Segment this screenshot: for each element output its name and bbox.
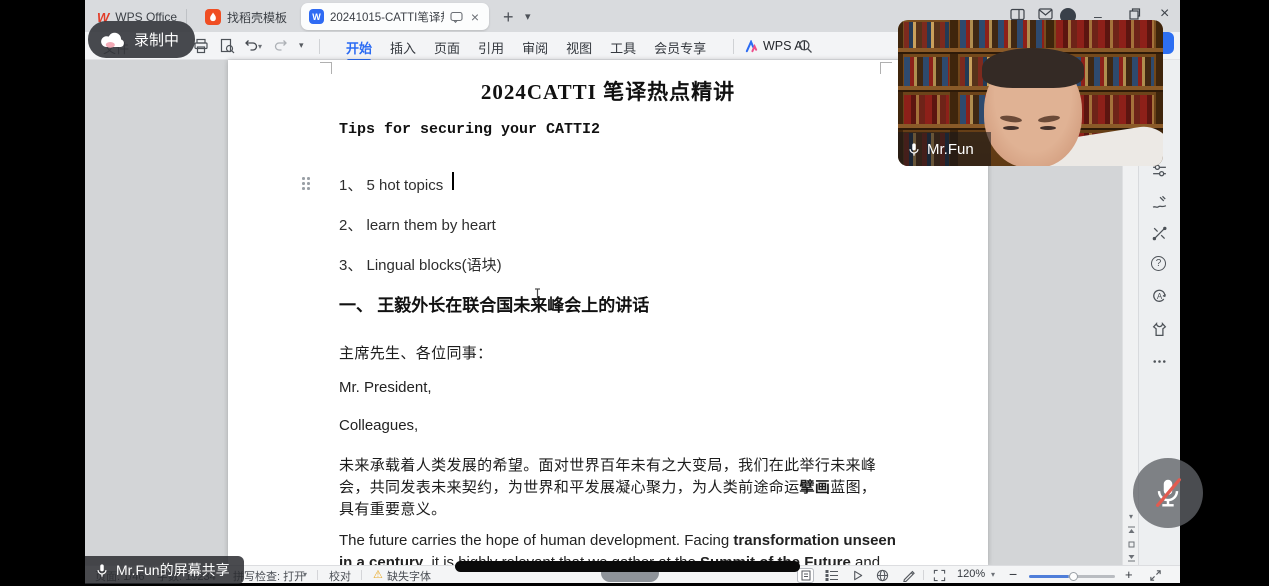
next-page-icon[interactable] xyxy=(1125,551,1137,563)
menu-home[interactable]: 开始 xyxy=(337,37,381,58)
margin-mark xyxy=(320,62,332,74)
proofread-button[interactable]: 校对 xyxy=(329,568,351,583)
menu-page[interactable]: 页面 xyxy=(425,37,469,58)
docer-flame-icon xyxy=(205,9,221,25)
scroll-down-icon[interactable]: ▾ xyxy=(1125,510,1137,522)
recording-badge[interactable]: 录制中 xyxy=(88,21,195,58)
screen-share-label: Mr.Fun的屏幕共享 xyxy=(85,556,244,584)
mute-microphone-button[interactable] xyxy=(1133,458,1203,528)
tab-label: 20241015-CATTI笔译热点精讲 xyxy=(330,9,444,25)
theme-skin-icon[interactable] xyxy=(1151,321,1169,339)
tab-active-document[interactable]: W 20241015-CATTI笔译热点精讲 × xyxy=(301,3,489,30)
paragraph-line: 会，共同发表未来契约，为世界和平发展凝心聚力，为人类前途命运擘画蓝图， xyxy=(339,476,876,497)
webcam-name-tag: Mr.Fun xyxy=(898,132,991,166)
mic-icon xyxy=(907,142,921,157)
toolbar-divider xyxy=(319,39,320,54)
mic-muted-icon xyxy=(1151,475,1185,511)
spellcheck-chevron-icon[interactable]: ▾ xyxy=(303,570,307,579)
menu-tools[interactable]: 工具 xyxy=(601,37,645,58)
outline-view-icon[interactable] xyxy=(825,569,839,582)
doc-title: 2024CATTI 笔译热点精讲 xyxy=(228,76,988,106)
wps-ai-button[interactable]: WPS AI xyxy=(745,39,806,53)
svg-text:W: W xyxy=(312,12,321,22)
help-icon[interactable]: ? xyxy=(1151,256,1166,271)
toolbar-divider xyxy=(733,39,734,54)
menu-member[interactable]: 会员专享 xyxy=(645,37,715,58)
tab-comment-icon[interactable] xyxy=(450,11,463,23)
menu-view[interactable]: 视图 xyxy=(557,37,601,58)
menu-review[interactable]: 审阅 xyxy=(513,37,557,58)
message-icon[interactable] xyxy=(1038,8,1053,20)
drag-handle-icon[interactable] xyxy=(302,177,311,190)
list-item: 3、 Lingual blocks(语块) xyxy=(339,254,502,275)
svg-text:A: A xyxy=(1157,292,1163,301)
ink-pen-icon[interactable] xyxy=(902,569,915,582)
fullscreen-icon[interactable] xyxy=(1149,569,1162,582)
redo-icon[interactable] xyxy=(273,38,289,54)
menu-insert[interactable]: 插入 xyxy=(381,37,425,58)
tab-close-icon[interactable]: × xyxy=(469,10,481,24)
paragraph: 主席先生、各位同事： xyxy=(339,342,493,363)
doc-heading: 一、 王毅外长在联合国未来峰会上的讲话 xyxy=(339,291,649,316)
tab-docer-templates[interactable]: 找稻壳模板 xyxy=(197,5,295,29)
zoom-level[interactable]: 120% xyxy=(957,568,985,580)
paragraph-line: 未来承载着人类发展的希望。面对世界百年未有之大变局，我们在此举行未来峰 xyxy=(339,454,876,475)
print-preview-icon[interactable] xyxy=(219,38,235,54)
warning-icon: ⚠ xyxy=(373,568,383,581)
paragraph: Mr. President, xyxy=(339,379,432,396)
tab-divider xyxy=(186,9,187,24)
document-page[interactable]: 2024CATTI 笔译热点精讲 Tips for securing your … xyxy=(228,60,988,565)
zoom-in-button[interactable]: + xyxy=(1125,567,1133,582)
previous-page-icon[interactable] xyxy=(1125,524,1137,536)
list-item: 2、 learn them by heart xyxy=(339,214,496,235)
undo-icon[interactable] xyxy=(243,38,259,54)
fit-page-icon[interactable] xyxy=(933,569,946,582)
menu-reference[interactable]: 引用 xyxy=(469,37,513,58)
webcam-video: Mr.Fun xyxy=(898,20,1163,166)
ibeam-cursor xyxy=(533,288,542,303)
more-tools-chevron-icon[interactable]: ▾ xyxy=(299,40,304,51)
tab-list-chevron-icon[interactable]: ▾ xyxy=(525,10,531,23)
recording-label: 录制中 xyxy=(134,29,179,50)
tools-icon[interactable] xyxy=(1151,225,1169,243)
zoom-out-button[interactable]: − xyxy=(1009,566,1017,582)
new-tab-button[interactable]: + xyxy=(503,7,514,28)
spellcheck-toggle[interactable]: 拼写检查: 打开 xyxy=(233,568,305,583)
doc-subtitle: Tips for securing your CATTI2 xyxy=(339,121,600,138)
person-hair xyxy=(982,48,1084,88)
page-view-mode-button[interactable] xyxy=(797,568,814,583)
wps-ai-logo-icon xyxy=(745,40,758,53)
doc-w-icon: W xyxy=(309,9,324,24)
paragraph-line: The future carries the hope of human dev… xyxy=(339,532,896,549)
tab-label: 找稻壳模板 xyxy=(227,9,287,26)
text-caret xyxy=(452,172,454,190)
browse-object-icon[interactable] xyxy=(1125,538,1137,550)
play-presentation-icon[interactable] xyxy=(851,569,864,582)
signature-icon[interactable] xyxy=(1151,194,1169,212)
translate-icon[interactable]: A xyxy=(1151,288,1169,306)
menu-tabs: 开始 插入 页面 引用 审阅 视图 工具 会员专享 xyxy=(337,37,715,58)
zoom-slider[interactable] xyxy=(1029,575,1115,578)
search-icon[interactable] xyxy=(798,39,813,54)
cloud-record-icon xyxy=(100,31,126,49)
print-icon[interactable] xyxy=(193,38,209,54)
margin-mark xyxy=(880,62,892,74)
zoom-chevron-icon[interactable]: ▾ xyxy=(991,570,995,579)
more-icon[interactable] xyxy=(1151,353,1169,371)
web-layout-icon[interactable] xyxy=(876,569,889,582)
zoom-slider-thumb[interactable] xyxy=(1069,572,1078,581)
restore-icon[interactable] xyxy=(1129,8,1141,20)
mic-icon xyxy=(95,563,109,578)
missing-font-warning[interactable]: 缺失字体 xyxy=(387,568,431,583)
list-item: 1、 5 hot topics xyxy=(339,174,443,195)
redaction-bar xyxy=(455,561,800,572)
undo-dropdown-icon[interactable]: ▾ xyxy=(258,42,262,51)
paragraph-line: 具有重要意义。 xyxy=(339,498,446,519)
paragraph: Colleagues, xyxy=(339,417,418,434)
